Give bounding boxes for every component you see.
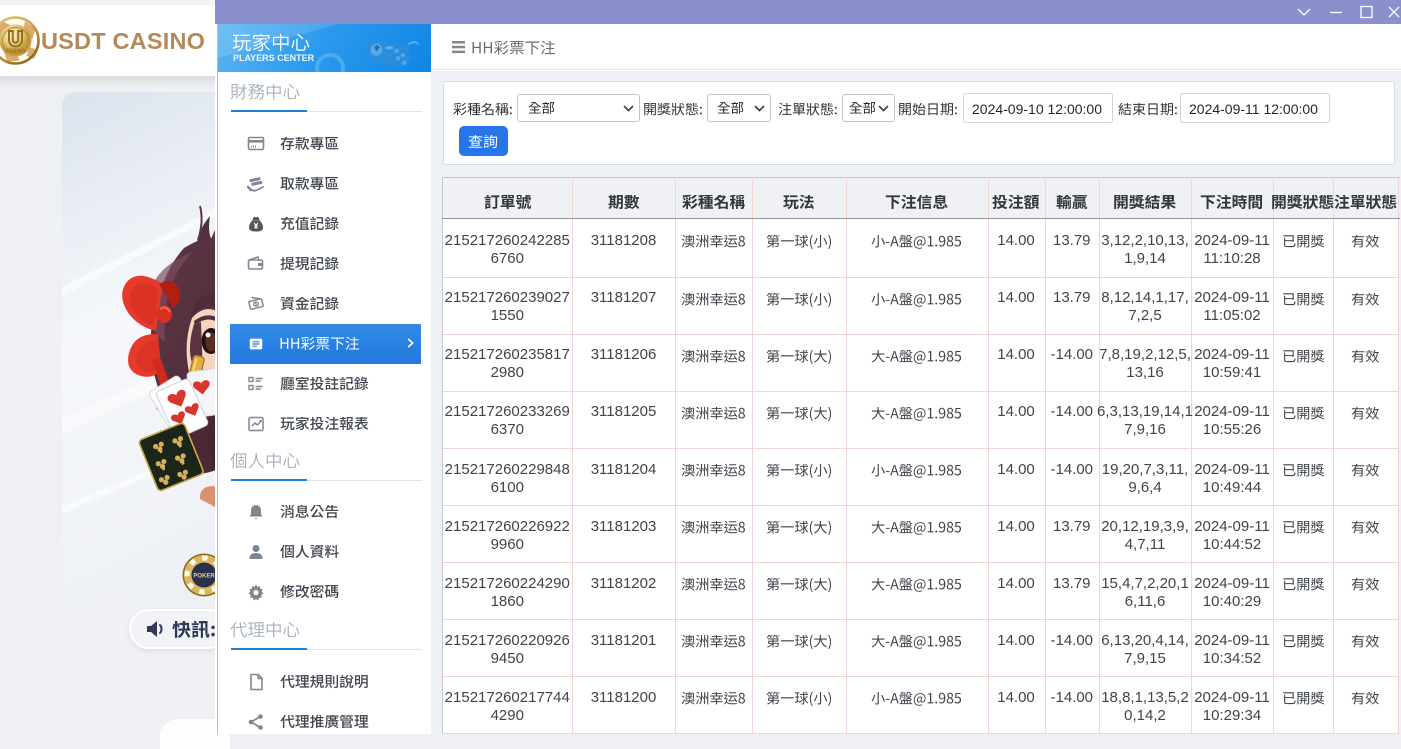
svg-text:POKER: POKER [193,574,215,580]
svg-text:CASINO: CASINO [6,49,26,55]
